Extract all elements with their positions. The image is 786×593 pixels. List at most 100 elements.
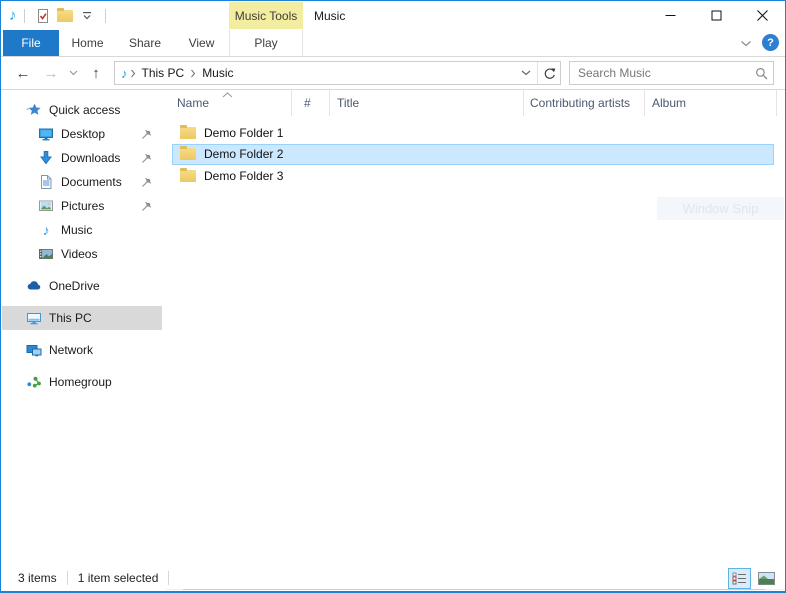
divider <box>24 9 25 23</box>
items-count: 3 items <box>18 571 57 585</box>
breadcrumb-this-pc[interactable]: This PC <box>136 62 191 84</box>
network-monitors-icon <box>26 342 42 358</box>
folder-icon <box>180 170 196 182</box>
back-icon: ← <box>16 66 31 81</box>
sidebar-item-label: Documents <box>61 175 122 189</box>
properties-button[interactable] <box>32 4 54 28</box>
divider <box>67 571 68 585</box>
divider <box>168 571 169 585</box>
file-name: Demo Folder 2 <box>204 147 283 161</box>
column-header-contributing-artists[interactable]: Contributing artists <box>524 90 645 116</box>
chevron-down-icon <box>740 40 752 47</box>
column-header-name[interactable]: Name <box>162 90 292 116</box>
column-header-number[interactable]: # <box>292 90 330 116</box>
location-music-icon: ♪ <box>121 66 128 81</box>
contextual-tab-group: Music Tools <box>229 2 303 29</box>
forward-icon: → <box>44 66 59 81</box>
tab-home[interactable]: Home <box>59 30 116 56</box>
file-row-selected[interactable]: Demo Folder 2 <box>172 144 774 166</box>
sidebar-item-videos[interactable]: Videos <box>2 242 162 266</box>
app-music-note-icon: ♪ <box>9 8 17 23</box>
recent-locations-button[interactable] <box>66 61 80 85</box>
details-view-button[interactable] <box>728 568 751 589</box>
sidebar-item-homegroup[interactable]: Homegroup <box>2 370 162 394</box>
desktop-icon <box>38 126 54 142</box>
sidebar-item-desktop[interactable]: Desktop <box>2 122 162 146</box>
title-bar[interactable]: ♪ Music Tools Music <box>1 1 785 30</box>
downloads-icon <box>38 150 54 166</box>
sidebar-item-documents[interactable]: Documents <box>2 170 162 194</box>
breadcrumb-music[interactable]: Music <box>196 62 239 84</box>
window-title: Music <box>314 9 345 23</box>
minimize-button[interactable] <box>647 1 693 30</box>
videos-icon <box>38 246 54 262</box>
file-list-pane: Name # Title Contributing artists Album … <box>162 90 784 567</box>
chevron-down-icon <box>69 70 78 76</box>
caption-buttons <box>647 1 785 30</box>
sidebar-item-downloads[interactable]: Downloads <box>2 146 162 170</box>
file-rows: Demo Folder 1 Demo Folder 2 Demo Folder … <box>162 122 784 187</box>
file-row[interactable]: Demo Folder 3 <box>172 165 774 187</box>
folder-icon <box>180 127 196 139</box>
search-input[interactable] <box>570 66 749 80</box>
collapse-ribbon-button[interactable] <box>740 36 752 50</box>
sidebar-item-this-pc[interactable]: This PC <box>2 306 162 330</box>
file-name: Demo Folder 1 <box>204 126 283 140</box>
refresh-button[interactable] <box>538 62 560 84</box>
column-headers: Name # Title Contributing artists Album <box>162 90 784 117</box>
sidebar-item-music[interactable]: ♪ Music <box>2 218 162 242</box>
new-folder-button[interactable] <box>54 4 76 28</box>
quick-access-toolbar: ♪ <box>9 1 113 30</box>
address-dropdown-button[interactable] <box>515 62 537 84</box>
documents-icon <box>38 174 54 190</box>
window-snip-overlay: Window Snip <box>657 197 784 220</box>
new-folder-icon <box>57 10 73 22</box>
refresh-icon <box>543 67 556 80</box>
chevron-down-icon <box>521 70 531 76</box>
main-area: Quick access Desktop <box>2 90 784 567</box>
sidebar-item-quick-access[interactable]: Quick access <box>2 98 162 122</box>
tab-play[interactable]: Play <box>229 30 303 56</box>
tab-view[interactable]: View <box>174 30 229 56</box>
details-view-icon <box>732 572 747 585</box>
column-header-title[interactable]: Title <box>330 90 524 116</box>
address-bar[interactable]: ♪ This PC Music <box>114 61 561 85</box>
file-name: Demo Folder 3 <box>204 169 283 183</box>
thumbnails-view-button[interactable] <box>755 568 778 589</box>
customize-quick-access-button[interactable] <box>76 4 98 28</box>
column-header-album[interactable]: Album <box>645 90 777 116</box>
tab-share[interactable]: Share <box>116 30 174 56</box>
status-bar: 3 items 1 item selected <box>2 567 784 589</box>
sidebar-item-label: Desktop <box>61 127 105 141</box>
pin-icon <box>141 153 152 164</box>
folder-icon <box>180 148 196 160</box>
pin-icon <box>141 201 152 212</box>
sidebar-item-network[interactable]: Network <box>2 338 162 362</box>
quick-access-star-icon <box>26 102 42 118</box>
customize-chevron-icon <box>82 11 92 20</box>
explorer-window: ♪ Music Tools Music <box>0 0 786 593</box>
search-box <box>569 61 774 85</box>
up-button[interactable]: ↑ <box>86 61 106 85</box>
sidebar-item-label: Downloads <box>61 151 120 165</box>
sidebar-item-label: Quick access <box>49 103 120 117</box>
close-button[interactable] <box>739 1 785 30</box>
sidebar-item-pictures[interactable]: Pictures <box>2 194 162 218</box>
back-button[interactable]: ← <box>13 61 33 85</box>
onedrive-cloud-icon <box>26 278 42 294</box>
forward-button[interactable]: → <box>41 61 61 85</box>
sidebar-item-label: This PC <box>49 311 92 325</box>
music-note-icon: ♪ <box>38 222 54 238</box>
maximize-button[interactable] <box>693 1 739 30</box>
file-row[interactable]: Demo Folder 1 <box>172 122 774 144</box>
sidebar-item-onedrive[interactable]: OneDrive <box>2 274 162 298</box>
help-button[interactable]: ? <box>762 34 779 51</box>
maximize-icon <box>711 10 722 21</box>
minimize-icon <box>665 10 676 21</box>
navigation-pane: Quick access Desktop <box>2 98 162 567</box>
tab-file[interactable]: File <box>3 30 59 56</box>
ribbon-tab-row: File Home Share View Play <box>1 30 785 57</box>
sidebar-item-label: Pictures <box>61 199 104 213</box>
up-icon: ↑ <box>92 66 100 81</box>
sidebar-item-label: Videos <box>61 247 97 261</box>
